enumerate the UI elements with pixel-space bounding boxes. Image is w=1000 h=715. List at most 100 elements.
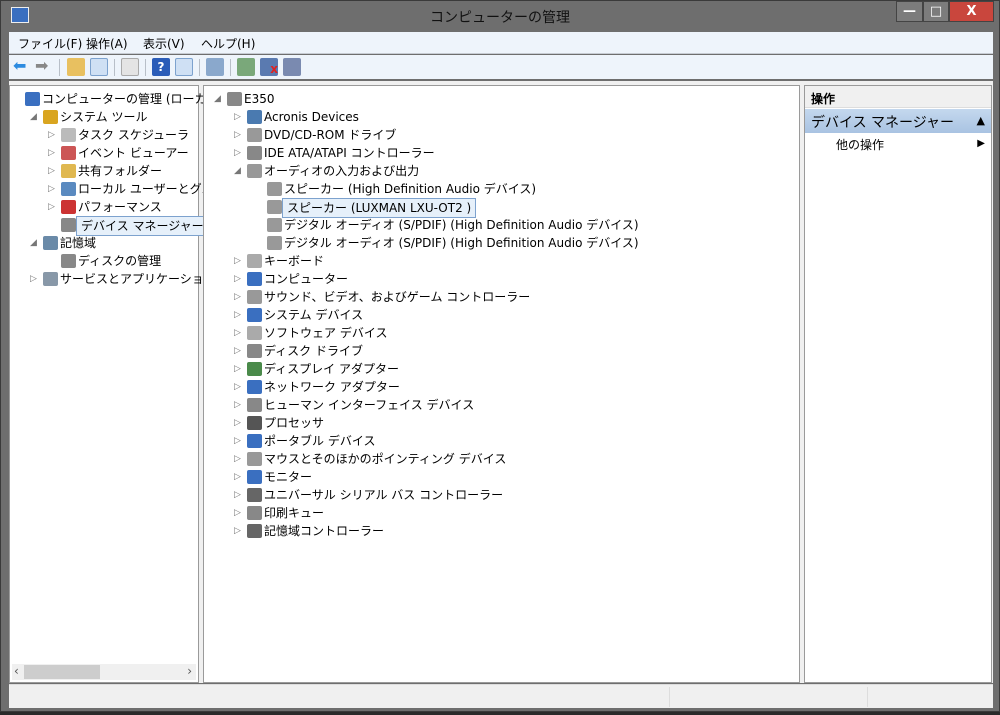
tree-item-label: ポータブル デバイス [264,434,376,448]
device-category-icon [247,308,262,322]
tree-item-label: システム デバイス [264,308,364,322]
tree-item-label: タスク スケジューラ [78,128,189,142]
expand-arrow-icon[interactable]: ▷ [234,108,244,126]
menu-view[interactable]: 表示(V) [143,35,185,52]
expand-arrow-icon[interactable]: ▷ [234,468,244,486]
window: コンピューターの管理 — □ X ファイル(F) 操作(A) 表示(V) ヘルプ… [0,0,1000,712]
tree-item-label: 印刷キュー [264,506,325,520]
device-category-icon [61,182,76,196]
expand-arrow-icon[interactable]: ▷ [234,270,244,288]
tree-item-label: プロセッサ [264,416,325,430]
device-category-icon [247,398,262,412]
expand-arrow-icon[interactable]: ▷ [234,522,244,540]
expand-arrow-icon[interactable]: ▷ [234,252,244,270]
collapse-icon[interactable]: ▲ [977,114,985,127]
device-category-icon [247,470,262,484]
device-category-icon [267,182,282,196]
scrollbar-thumb[interactable] [24,665,100,679]
actions-section-device-manager[interactable]: デバイス マネージャー ▲ [805,109,991,133]
device-category-icon [247,254,262,268]
device-category-icon [43,272,58,286]
tree-item-label: マウスとそのほかのポインティング デバイス [264,452,507,466]
device-category-icon [247,128,262,142]
collapse-arrow-icon[interactable]: ◢ [234,162,244,180]
device-category-icon [247,290,262,304]
scroll-right-arrow[interactable]: › [187,664,192,678]
device-category-icon [227,92,242,106]
device-category-icon [247,146,262,160]
expand-arrow-icon[interactable]: ▷ [30,270,40,288]
device-category-icon [247,488,262,502]
device-category-icon [61,164,76,178]
status-bar [9,684,993,708]
tree-item-label: ヒューマン インターフェイス デバイス [264,398,475,412]
expand-arrow-icon[interactable]: ▷ [234,486,244,504]
title-bar[interactable]: コンピューターの管理 — □ X [1,1,999,31]
minimize-button[interactable]: — [896,1,923,22]
expand-arrow-icon[interactable]: ▷ [234,432,244,450]
expand-arrow-icon[interactable]: ▷ [234,450,244,468]
expand-arrow-icon[interactable]: ▷ [234,504,244,522]
show-action-pane-icon[interactable] [175,58,193,76]
expand-arrow-icon[interactable]: ▷ [48,162,58,180]
device-category-icon [61,254,76,268]
help-icon[interactable]: ? [152,58,170,76]
device-category-icon [247,272,262,286]
collapse-arrow-icon[interactable]: ◢ [30,234,40,252]
update-driver-icon[interactable] [237,58,255,76]
collapse-arrow-icon[interactable]: ◢ [30,108,40,126]
maximize-button[interactable]: □ [923,1,949,22]
tree-item-label: モニター [264,470,313,484]
scroll-left-arrow[interactable]: ‹ [14,664,19,678]
menu-help[interactable]: ヘルプ(H) [201,35,255,52]
menu-file[interactable]: ファイル(F) [18,35,82,52]
up-folder-icon[interactable] [67,58,85,76]
tree-item-label: ソフトウェア デバイス [264,326,388,340]
device-category-icon [247,452,262,466]
tree-item-label: ディスプレイ アダプター [264,362,399,376]
disable-device-icon[interactable] [283,58,301,76]
back-icon[interactable]: ⬅ [13,58,31,76]
horizontal-scrollbar[interactable]: ‹ › [12,664,196,680]
main-area: ‹ › コンピューターの管理 (ローカル) ◢ システム ツール ▷ タスク スケジュー… [9,81,993,683]
expand-arrow-icon[interactable]: ▷ [48,144,58,162]
device-category-icon [61,128,76,142]
expand-arrow-icon[interactable]: ▷ [234,306,244,324]
tree-item-label: オーディオの入力および出力 [264,164,420,178]
expand-arrow-icon[interactable]: ▷ [234,360,244,378]
expand-arrow-icon[interactable]: ▷ [48,126,58,144]
expand-arrow-icon[interactable]: ▷ [234,144,244,162]
more-actions-item[interactable]: 他の操作 ▶ [805,136,991,154]
device-tree: ◢ E350 ▷ Acronis Devices ▷ DVD/CD-ROM ドライブ ▷ ID… [203,85,800,683]
close-button[interactable]: X [949,1,994,22]
forward-icon[interactable]: ➡ [35,58,53,76]
expand-arrow-icon[interactable]: ▷ [48,180,58,198]
tree-item-label: IDE ATA/ATAPI コントローラー [264,146,435,160]
device-category-icon [247,506,262,520]
submenu-arrow-icon: ▶ [977,138,985,149]
expand-arrow-icon[interactable]: ▷ [234,414,244,432]
expand-arrow-icon[interactable]: ▷ [234,288,244,306]
device-category-icon [247,344,262,358]
device-category-icon [247,524,262,538]
show-hide-tree-icon[interactable] [90,58,108,76]
device-category-icon [267,218,282,232]
expand-arrow-icon[interactable]: ▷ [48,198,58,216]
menu-action[interactable]: 操作(A) [86,35,128,52]
tree-item-label: 記憶域コントローラー [264,524,385,538]
device-category-icon [247,416,262,430]
actions-header: 操作 [805,86,991,108]
device-category-icon [61,218,76,232]
device-category-icon [247,362,262,376]
expand-arrow-icon[interactable]: ▷ [234,324,244,342]
device-category-icon [247,326,262,340]
scan-hardware-icon[interactable] [206,58,224,76]
properties-icon[interactable] [121,58,139,76]
expand-arrow-icon[interactable]: ▷ [234,378,244,396]
tree-item-label: デバイス マネージャー [76,216,209,236]
expand-arrow-icon[interactable]: ▷ [234,396,244,414]
uninstall-device-icon[interactable]: x [260,58,278,76]
expand-arrow-icon[interactable]: ▷ [234,126,244,144]
expand-arrow-icon[interactable]: ▷ [234,342,244,360]
collapse-arrow-icon[interactable]: ◢ [214,90,224,108]
